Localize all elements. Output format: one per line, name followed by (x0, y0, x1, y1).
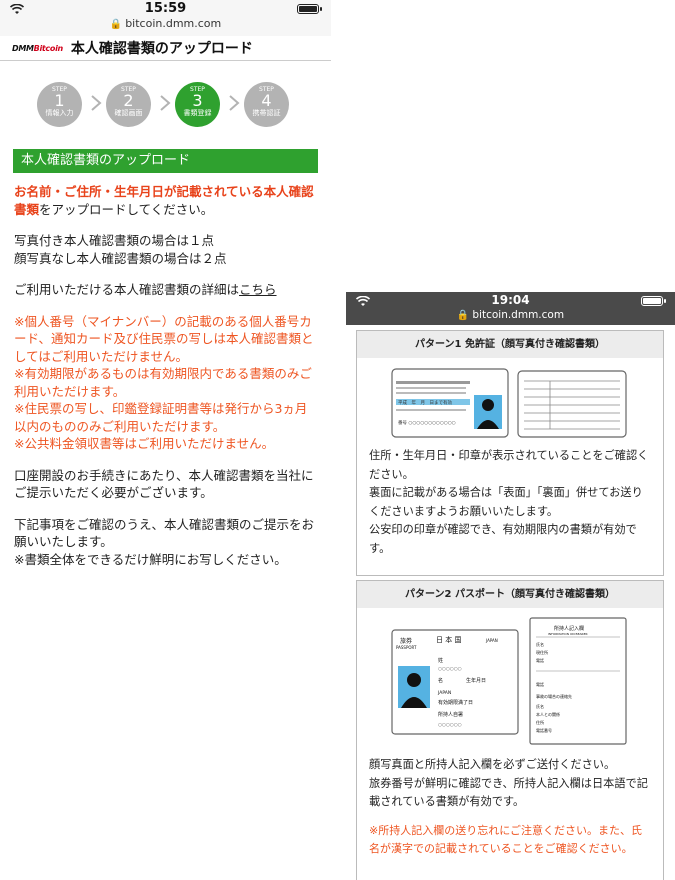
svg-text:氏名: 氏名 (536, 641, 544, 647)
lock-icon: 🔒 (109, 19, 123, 30)
chevron-right-icon (229, 95, 240, 111)
battery-icon (641, 296, 666, 306)
owner-page-title: 所持人記入欄 (554, 625, 584, 632)
intro-paragraph: お名前・ご住所・生年月日が記載されている本人確認書類をアップロードしてください。 (14, 184, 314, 217)
battery-icon (297, 4, 322, 14)
step-progress: STEP 1 情報入力 STEP 2 確認画面 STEP 3 書類登録 STEP 4 携帯認証 (0, 69, 331, 139)
passport-birth: 生年月日 (466, 677, 486, 684)
note-item: ※住民票の写し、印鑑登録証明書等は発行から3ヵ月以内のもののみご利用いただけます… (14, 401, 308, 434)
pattern2-title: パターン2 パスポート（顔写真付き確認書類） (357, 581, 663, 608)
passport-expiry: 有効期限満了日 (438, 699, 473, 706)
pattern2-card: パターン2 パスポート（顔写真付き確認書類） 旅券 PASSPORT 日 本 国… (356, 580, 664, 880)
upload-instructions: お名前・ご住所・生年月日が記載されている本人確認書類をアップロードしてください。… (0, 173, 331, 568)
app-header: DMMBitcoin 本人確認書類のアップロード (0, 36, 331, 61)
svg-text:事故の場合の連絡先: 事故の場合の連絡先 (536, 693, 572, 699)
chevron-right-icon (91, 95, 102, 111)
svg-text:○○○○○○: ○○○○○○ (438, 723, 462, 728)
step-4-indicator: STEP 4 携帯認証 (244, 82, 289, 127)
account-opening-paragraph: 口座開設のお手続きにあたり、本人確認書類を当社にご提示いただく必要がございます。 (14, 467, 314, 501)
pattern1-description: 住所・生年月日・印章が表示されていることをご確認ください。 裏面に記載がある場合… (369, 449, 649, 555)
svg-text:○○○○○○: ○○○○○○ (438, 667, 462, 672)
document-count-paragraph: 写真付き本人確認書類の場合は１点 顔写真なし本人確認書類の場合は２点 (14, 233, 227, 266)
right-phone-screen: 19:04 🔒 bitcoin.dmm.com パターン1 免許証（顔写真付き確認… (346, 292, 675, 880)
passport-country-row: JAPAN (437, 690, 451, 696)
step-3-indicator-active: STEP 3 書類登録 (175, 82, 220, 127)
svg-text:現住所: 現住所 (536, 649, 548, 655)
status-time: 19:04 (491, 293, 530, 307)
chevron-right-icon (160, 95, 171, 111)
pattern1-card: パターン1 免許証（顔写真付き確認書類） 平成 年 月 日まで有効 番号 ○○○… (356, 330, 664, 576)
svg-text:電話番号: 電話番号 (536, 727, 552, 733)
license-validity-text: 平成 年 月 日まで有効 (398, 399, 452, 406)
passport-tag-en: PASSPORT (396, 645, 417, 650)
url-text: bitcoin.dmm.com (125, 17, 222, 30)
address-bar[interactable]: 🔒 bitcoin.dmm.com (346, 309, 675, 321)
passport-tag: 旅券 (400, 637, 412, 645)
details-paragraph: ご利用いただける本人確認書類の詳細はこちら (14, 282, 277, 297)
url-text: bitcoin.dmm.com (472, 309, 565, 321)
owner-page-title-en: INFORMATION ON BEARER (548, 632, 588, 636)
passport-illustration: 旅券 PASSPORT 日 本 国 JAPAN 姓 ○○○○○○ 名 生年月日 … (391, 617, 627, 745)
license-number-text: 番号 ○○○○○○○○○○○○ (398, 419, 456, 426)
svg-text:氏名: 氏名 (536, 703, 544, 709)
svg-text:電話: 電話 (536, 657, 544, 663)
pattern2-note: ※所持人記入欄の送り忘れにご注意ください。また、氏名が漢字での記載されていること… (369, 823, 642, 856)
pattern2-description: 顔写真面と所持人記入欄を必ずご送付ください。 旅券番号が鮮明に確認でき、所持人記… (357, 756, 663, 859)
status-time: 15:59 (144, 1, 187, 16)
passport-surname: 姓 (438, 657, 443, 664)
svg-text:住所: 住所 (536, 719, 544, 725)
passport-owner: 所持人自署 (438, 711, 463, 718)
pattern1-title: パターン1 免許証（顔写真付き確認書類） (357, 331, 663, 358)
left-phone-screen: 15:59 🔒 bitcoin.dmm.com DMMBitcoin 本人確認書類… (0, 0, 331, 880)
svg-text:本人との関係: 本人との関係 (536, 711, 560, 717)
section-heading: 本人確認書類のアップロード (13, 149, 318, 173)
passport-country: 日 本 国 (436, 635, 461, 644)
page-title: 本人確認書類のアップロード (70, 41, 253, 57)
dmm-bitcoin-logo[interactable]: DMMBitcoin (12, 44, 63, 53)
status-bar: 15:59 🔒 bitcoin.dmm.com (0, 0, 331, 36)
details-link[interactable]: こちら (239, 282, 277, 297)
confirm-paragraph: 下記事項をご確認のうえ、本人確認書類のご提示をお願いいたします。 ※書類全体をでき… (14, 516, 315, 567)
svg-text:電話: 電話 (536, 681, 544, 687)
notes-list: ※個人番号（マイナンバー）の記載のある個人番号カード、通知カード及び住民票の写し… (14, 313, 317, 453)
note-item: ※有効期限があるものは有効期限内である書類のみご利用いただけます。 (14, 366, 312, 399)
address-bar[interactable]: 🔒 bitcoin.dmm.com (0, 17, 331, 30)
status-bar: 19:04 🔒 bitcoin.dmm.com (346, 292, 675, 325)
note-item: ※公共料金領収書等はご利用いただけません。 (14, 436, 275, 451)
lock-icon: 🔒 (456, 310, 470, 321)
step-1-indicator: STEP 1 情報入力 (37, 82, 82, 127)
drivers-license-illustration: 平成 年 月 日まで有効 番号 ○○○○○○○○○○○○ (391, 368, 627, 438)
step-2-indicator: STEP 2 確認画面 (106, 82, 151, 127)
note-item: ※個人番号（マイナンバー）の記載のある個人番号カード、通知カード及び住民票の写し… (14, 313, 314, 364)
passport-country-en: JAPAN (485, 638, 498, 643)
passport-name: 名 (438, 677, 443, 684)
